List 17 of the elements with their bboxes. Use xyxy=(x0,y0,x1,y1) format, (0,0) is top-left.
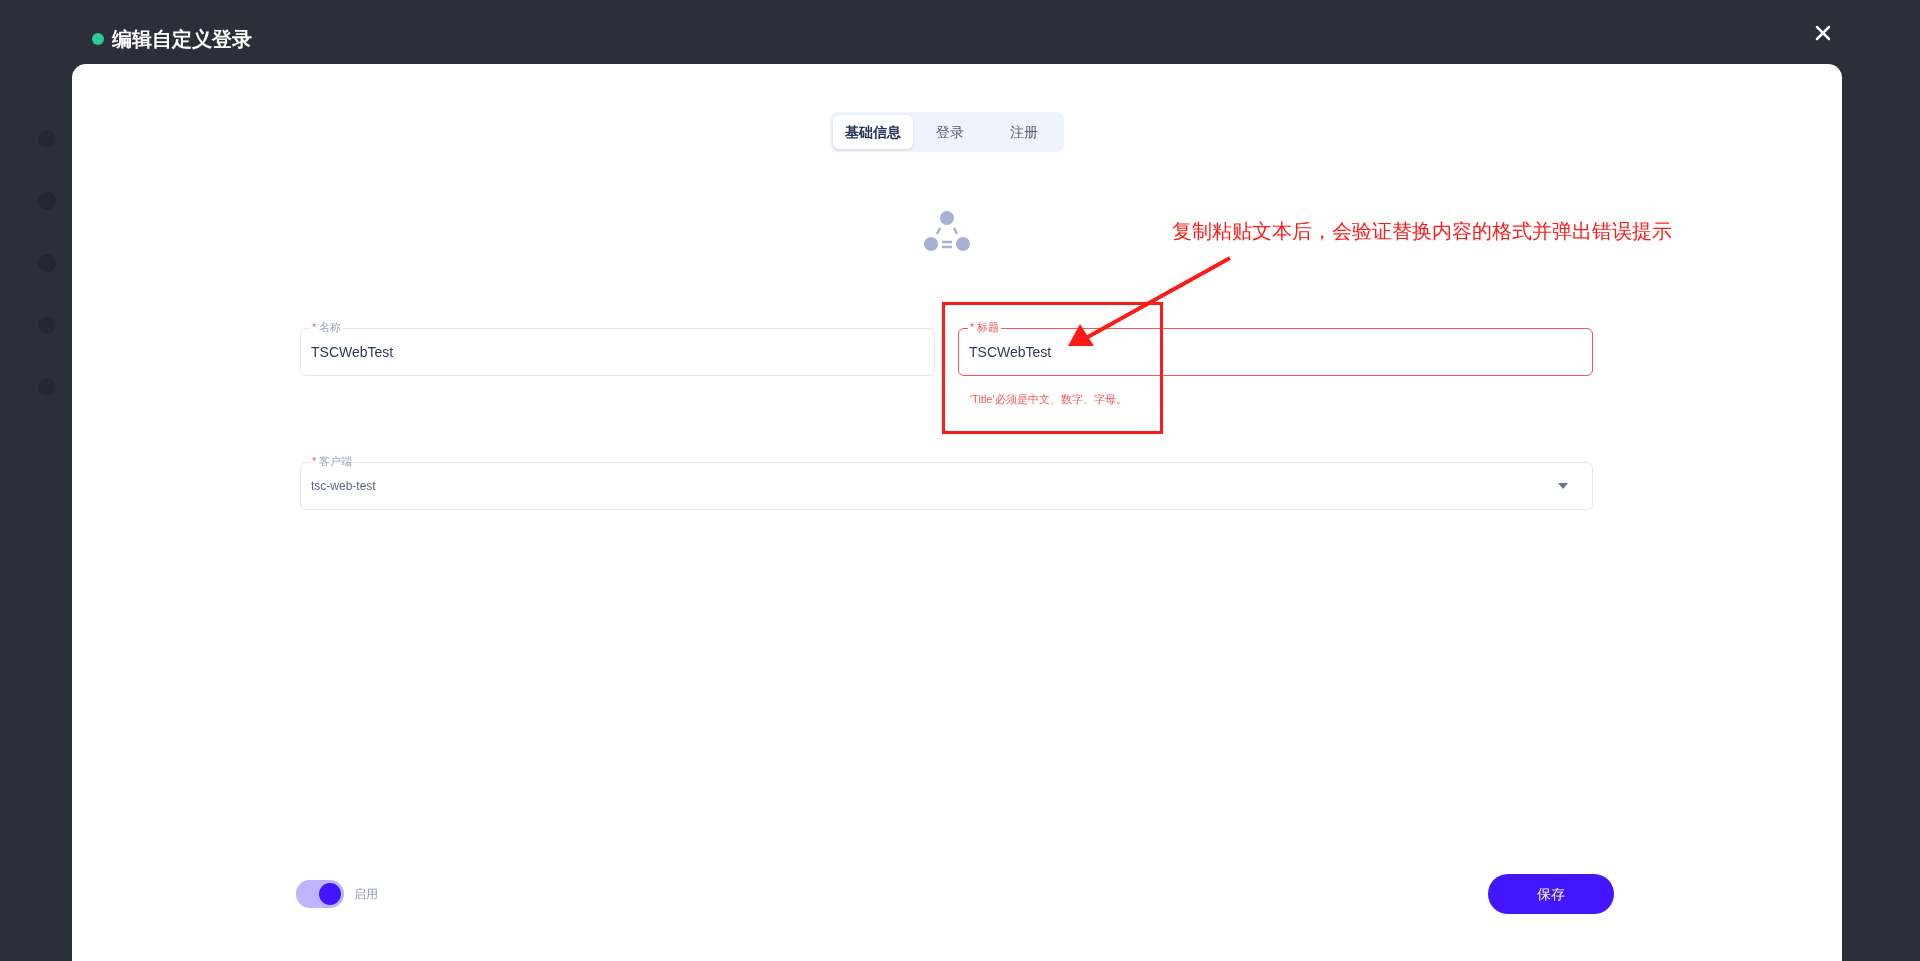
save-button[interactable]: 保存 xyxy=(1488,874,1614,914)
field-value: tsc-web-test xyxy=(311,478,376,495)
annotation-text: 复制粘贴文本后，会验证替换内容的格式并弹出错误提示 xyxy=(1172,219,1672,244)
toggle-label: 启用 xyxy=(354,886,378,903)
tab[interactable]: 基础信息 xyxy=(832,115,913,149)
field-value: TSCWebTest xyxy=(311,342,394,362)
field-label: * 客户端 xyxy=(310,454,355,468)
tab[interactable]: 登录 xyxy=(912,115,987,149)
dialog-title: 编辑自定义登录 xyxy=(112,27,252,52)
toggle-switch[interactable] xyxy=(296,880,344,908)
network-icon xyxy=(922,210,971,254)
tab[interactable]: 注册 xyxy=(986,115,1061,149)
field-label: * 标题 xyxy=(968,320,1002,334)
caret-icon xyxy=(1558,483,1568,489)
field-label: * 名称 xyxy=(310,320,344,334)
field-value: TSCWebTest xyxy=(969,342,1052,362)
error-message: 'Title'必须是中文、数字、字母。 xyxy=(970,392,1128,406)
